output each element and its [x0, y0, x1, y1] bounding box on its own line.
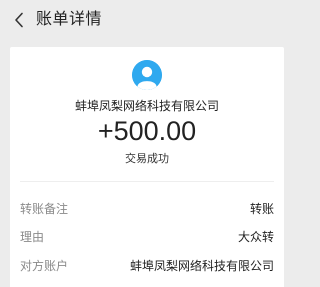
- detail-label: 对方账户: [20, 259, 69, 273]
- top-bar: 账单详情: [0, 0, 292, 40]
- page-title: 账单详情: [36, 9, 103, 28]
- detail-value: 转账: [249, 202, 274, 216]
- transaction-amount: +500.00: [97, 116, 197, 146]
- detail-row-remark: 转账备注 转账: [20, 200, 274, 218]
- user-avatar-icon: [132, 60, 162, 90]
- detail-row-counterparty-account: 对方账户 蚌埠凤梨网络科技有限公司: [20, 257, 274, 275]
- bill-detail-page: 账单详情 蚌埠凤梨网络科技有限公司 +500.00 交易成功 转账备注 转账 理…: [0, 0, 292, 287]
- back-button[interactable]: [10, 11, 28, 29]
- detail-row-reason: 理由 大众转: [20, 228, 274, 246]
- detail-value: 蚌埠凤梨网络科技有限公司: [129, 259, 274, 273]
- divider: [20, 181, 274, 182]
- bill-card: 蚌埠凤梨网络科技有限公司 +500.00 交易成功 转账备注 转账 理由 大众转…: [10, 47, 284, 287]
- detail-label: 理由: [20, 230, 45, 244]
- chevron-left-icon: [14, 12, 24, 28]
- transaction-status: 交易成功: [125, 152, 169, 165]
- detail-value: 大众转: [237, 230, 274, 244]
- detail-label: 转账备注: [20, 202, 69, 216]
- counterparty-name: 蚌埠凤梨网络科技有限公司: [74, 99, 219, 113]
